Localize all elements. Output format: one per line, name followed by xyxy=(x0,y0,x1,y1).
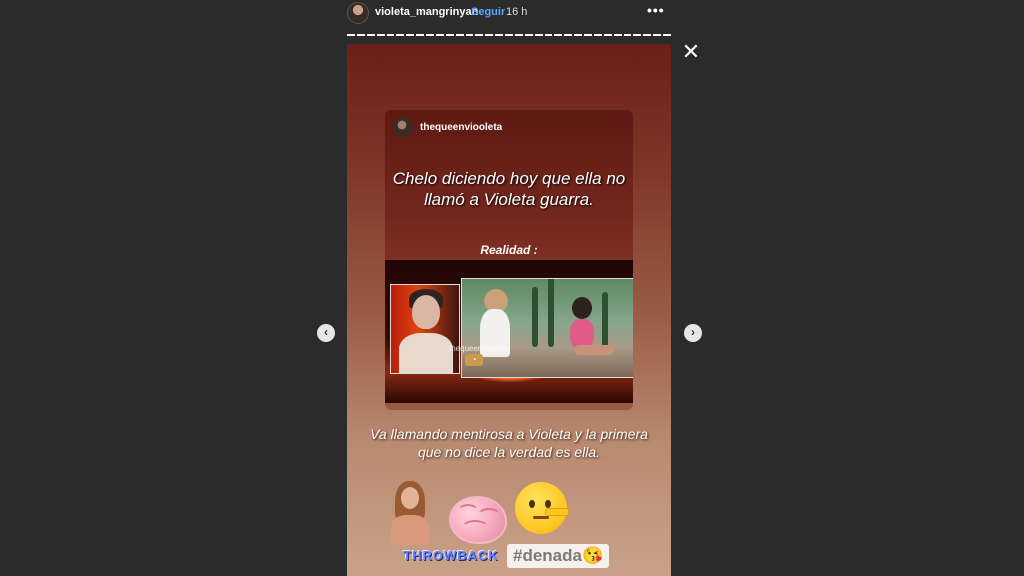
emoji-eye xyxy=(529,500,535,508)
progress-segment xyxy=(406,34,415,36)
progress-segment xyxy=(386,34,395,36)
story-header: violeta_mangrinyan Seguir 16 h ••• xyxy=(347,0,671,30)
emoji-eye xyxy=(545,500,551,508)
progress-segment xyxy=(465,34,474,36)
brain-fold xyxy=(461,520,489,536)
sticker-face xyxy=(401,487,419,509)
username[interactable]: violeta_mangrinyan xyxy=(375,6,478,18)
brain-emoji-icon xyxy=(449,496,507,544)
shared-post-caption: Chelo diciendo hoy que ella no llamó a V… xyxy=(392,169,626,209)
user-avatar[interactable] xyxy=(347,2,369,24)
palm-tree xyxy=(602,292,608,347)
progress-segment xyxy=(495,34,503,36)
face-shape xyxy=(412,295,440,329)
progress-segment xyxy=(564,34,573,36)
progress-segment xyxy=(524,34,533,36)
more-options-icon[interactable]: ••• xyxy=(647,2,665,18)
progress-segment xyxy=(376,34,385,36)
progress-segment xyxy=(574,34,582,36)
shared-post-username[interactable]: thequeenviooleta xyxy=(420,122,502,133)
progress-segment xyxy=(347,34,355,36)
follow-button[interactable]: Seguir xyxy=(471,6,505,18)
shared-post-avatar xyxy=(393,117,413,137)
progress-segment xyxy=(663,34,671,36)
throwback-sticker: THROWBACK xyxy=(403,548,499,563)
palm-tree xyxy=(532,287,538,347)
story-caption: Va llamando mentirosa a Violeta y la pri… xyxy=(370,426,648,460)
progress-segment xyxy=(554,34,563,36)
emoji-mouth xyxy=(533,516,549,519)
progress-segment xyxy=(593,34,602,36)
progress-segment xyxy=(633,34,642,36)
video-thumbnail-left xyxy=(390,284,460,374)
lying-face-emoji-icon xyxy=(515,482,569,534)
progress-segment xyxy=(584,34,592,36)
progress-segment xyxy=(505,34,513,36)
emoji-nose xyxy=(545,508,569,516)
progress-segment xyxy=(603,34,612,36)
progress-segment xyxy=(643,34,652,36)
palm-tree xyxy=(548,279,554,347)
close-icon[interactable]: ✕ xyxy=(680,41,702,64)
brain-fold xyxy=(457,504,479,520)
story-frame[interactable]: thequeenviooleta Chelo diciendo hoy que … xyxy=(347,44,671,576)
body-shape xyxy=(399,333,453,373)
realidad-heading: Realidad : xyxy=(480,243,538,257)
progress-segment xyxy=(475,34,484,36)
girl-sticker xyxy=(387,481,433,545)
hashtag-sticker[interactable]: #denada😘 xyxy=(507,544,610,568)
progress-segment xyxy=(435,34,444,36)
person-legs xyxy=(574,345,614,355)
progress-segment xyxy=(356,34,365,36)
progress-segment xyxy=(366,34,375,36)
progress-segment xyxy=(623,34,632,36)
progress-segment xyxy=(514,34,523,36)
post-time: 16 h xyxy=(506,6,528,18)
progress-segment xyxy=(613,34,622,36)
next-story-button[interactable]: › xyxy=(684,324,702,342)
shared-post-video: thequeenviooleta ◔ xyxy=(385,260,633,403)
sticker-body xyxy=(391,515,429,545)
video-watermark: thequeenviooleta xyxy=(449,344,510,353)
previous-story-button[interactable]: ‹ xyxy=(317,324,335,342)
progress-segment xyxy=(396,34,405,36)
progress-segment xyxy=(416,34,424,36)
progress-segment xyxy=(485,34,494,36)
progress-segment xyxy=(426,34,434,36)
progress-segment xyxy=(445,34,454,36)
shared-post-card[interactable]: thequeenviooleta Chelo diciendo hoy que … xyxy=(385,110,633,410)
video-thumbnail-right xyxy=(461,278,633,378)
progress-segment xyxy=(653,34,661,36)
watermark-logo-icon: ◔ xyxy=(465,354,483,366)
progress-segment xyxy=(544,34,553,36)
story-progress-bar xyxy=(347,34,671,37)
progress-segment xyxy=(534,34,543,36)
person-head xyxy=(572,297,592,319)
progress-segment xyxy=(455,34,464,36)
